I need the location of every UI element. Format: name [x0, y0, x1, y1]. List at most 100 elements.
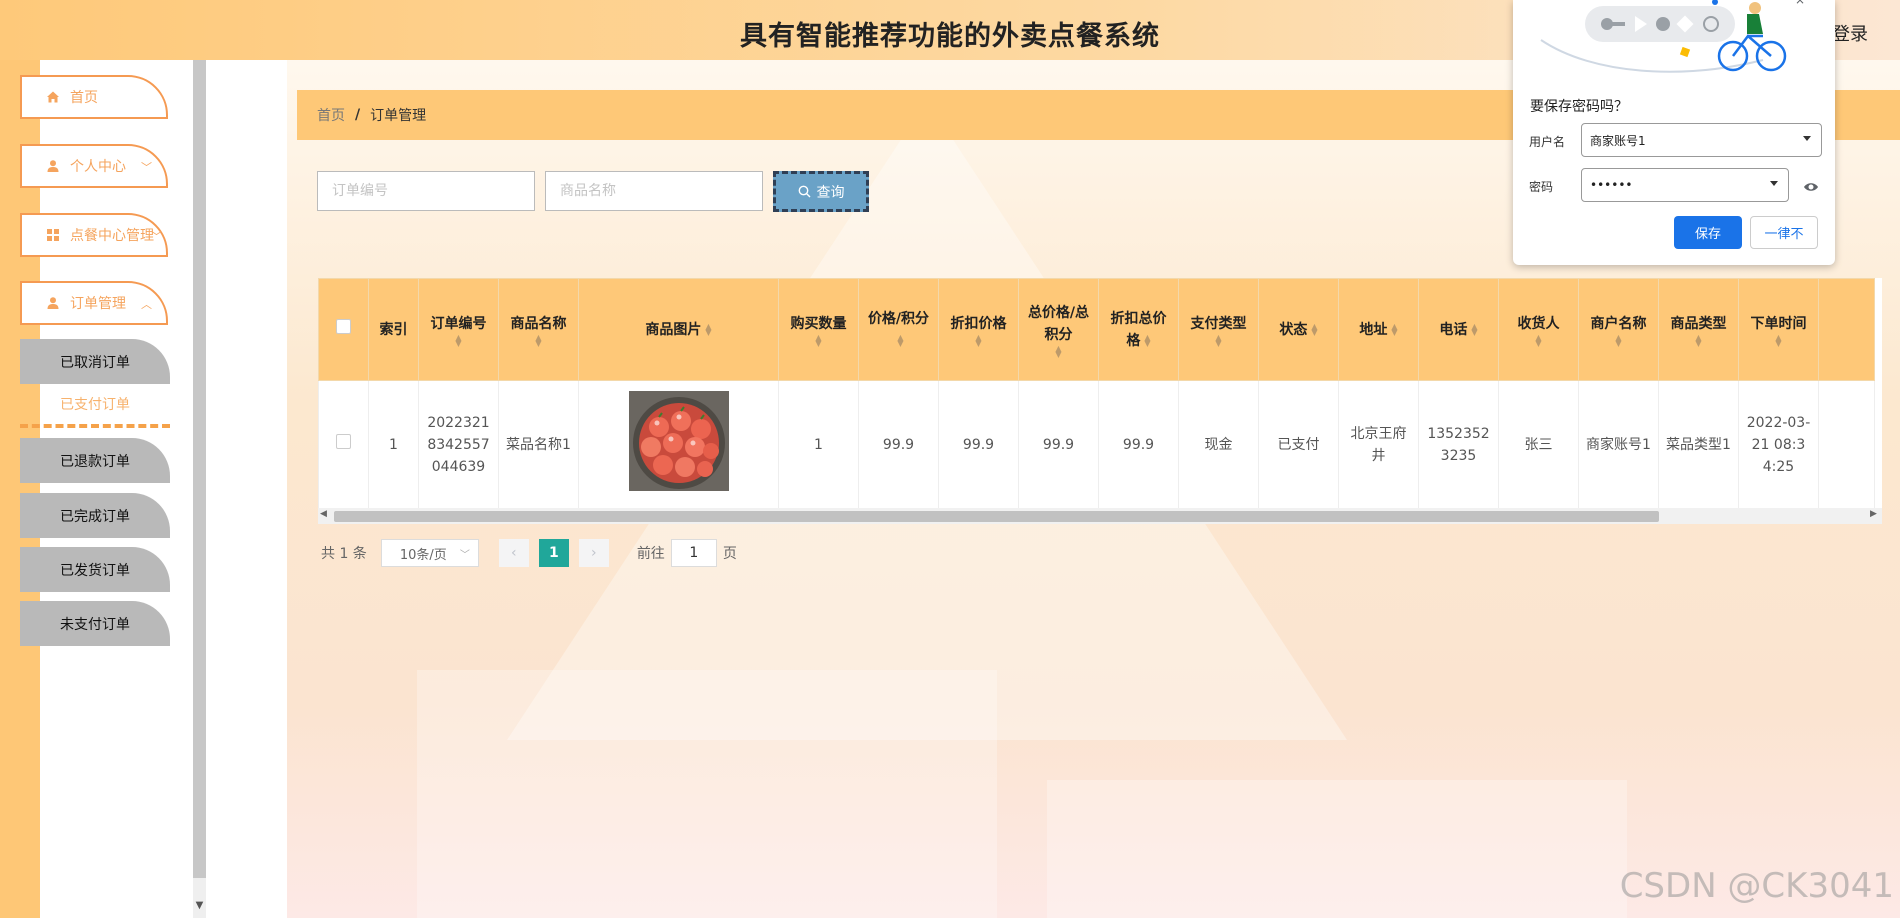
column-header[interactable]: 地址 ▲ ▼ [1338, 278, 1419, 381]
column-header[interactable]: 购买数量 ▲ ▼ [778, 278, 859, 381]
sidebar-scrollbar-thumb[interactable] [193, 60, 206, 878]
goto-label: 前往 [636, 546, 665, 562]
select-all-checkbox-cell[interactable] [318, 278, 369, 381]
chevron-up-icon: ︿ [141, 298, 152, 311]
cell-order-time: 2022-03-21 08:34:25 [1738, 380, 1819, 508]
table-horizontal-scrollbar-thumb[interactable] [334, 511, 1659, 522]
breadcrumb-home[interactable]: 首页 [317, 105, 345, 125]
submenu-unpaid-orders[interactable]: 未支付订单 [20, 601, 170, 646]
sidebar [40, 60, 193, 918]
sort-icon[interactable]: ▲ ▼ [1614, 333, 1624, 347]
submenu-label: 已发货订单 [60, 562, 130, 579]
column-header[interactable]: 支付类型 ▲ ▼ [1178, 278, 1259, 381]
column-header[interactable]: 商品图片 ▲ ▼ [578, 278, 779, 381]
sort-icon[interactable]: ▲ ▼ [1694, 333, 1704, 347]
cell-product-name: 菜品名称1 [498, 380, 579, 508]
sort-icon[interactable]: ▲ ▼ [814, 333, 824, 347]
sort-icon[interactable]: ▲ ▼ [1054, 344, 1064, 358]
next-page-button[interactable]: › [578, 539, 609, 567]
cell-index: 1 [368, 380, 419, 508]
scroll-right-arrow-icon[interactable]: ▶ [1870, 509, 1877, 519]
eye-icon[interactable] [1803, 178, 1819, 197]
scroll-left-arrow-icon[interactable]: ◀ [320, 509, 327, 519]
product-image [628, 391, 729, 491]
page-size-select[interactable]: 10条/页 ﹀ [380, 539, 479, 567]
submenu-cancelled-orders[interactable]: 已取消订单 [20, 339, 170, 384]
column-header[interactable]: 订单编号 ▲ ▼ [418, 278, 499, 381]
column-header[interactable]: 商品类型 ▲ ▼ [1658, 278, 1739, 381]
page-size-value: 10条/页 [399, 547, 447, 563]
column-header[interactable]: 电话 ▲ ▼ [1418, 278, 1499, 381]
username-select[interactable]: 商家账号1 [1581, 123, 1822, 157]
submenu-label: 未支付订单 [60, 616, 130, 633]
cell-order-no: 20223218342557044639 [418, 380, 499, 508]
popup-title: 要保存密码吗？ [1530, 99, 1628, 115]
column-header[interactable]: 下单时间 ▲ ▼ [1738, 278, 1819, 381]
page-number-current[interactable]: 1 [538, 539, 569, 567]
sort-icon[interactable]: ▲ ▼ [1391, 322, 1397, 336]
login-link[interactable]: 登录 [1832, 20, 1868, 46]
column-header[interactable]: 商品名称 ▲ ▼ [498, 278, 579, 381]
column-header-actions [1818, 278, 1875, 381]
breadcrumb-current: 订单管理 [370, 108, 427, 124]
column-header[interactable]: 商户名称 ▲ ▼ [1578, 278, 1659, 381]
submenu-label: 已支付订单 [60, 396, 130, 413]
sort-icon[interactable]: ▲ ▼ [1534, 333, 1544, 347]
sort-icon[interactable]: ▲ ▼ [705, 322, 711, 336]
order-number-input[interactable] [317, 171, 535, 211]
column-header[interactable]: 价格/积分▲ ▼ [858, 278, 939, 381]
chevron-right-icon: › [591, 545, 597, 561]
sidebar-item-home[interactable]: 首页 [20, 75, 168, 119]
password-value: •••••• [1590, 178, 1633, 192]
user-icon [46, 296, 60, 310]
sort-icon[interactable]: ▲ ▼ [454, 333, 464, 347]
row-checkbox-cell[interactable] [318, 380, 369, 508]
column-header[interactable]: 状态 ▲ ▼ [1258, 278, 1339, 381]
cell-address: 北京王府井 [1338, 380, 1419, 508]
cell-product-image [578, 380, 779, 508]
row-checkbox[interactable] [336, 433, 351, 449]
pagination: 共 1 条 10条/页 ﹀ ‹ 1 › 前往 1 页 [321, 539, 737, 567]
cell-total-price: 99.9 [1018, 380, 1099, 508]
submenu-completed-orders[interactable]: 已完成订单 [20, 493, 170, 538]
password-label: 密码 [1529, 180, 1554, 194]
username-value: 商家账号1 [1590, 133, 1646, 148]
submenu-paid-orders[interactable]: 已支付订单 [20, 383, 170, 428]
sidebar-item-personal-center[interactable]: 个人中心 ﹀ [20, 144, 168, 188]
pagination-total: 共 1 条 [321, 546, 367, 562]
column-header: 索引 [368, 278, 419, 381]
cell-price: 99.9 [858, 380, 939, 508]
sidebar-item-label: 点餐中心管理 [70, 228, 154, 244]
orders-table: 索引 订单编号 ▲ ▼ 商品名称 ▲ ▼ 商品图片 ▲ ▼ 购买数量 ▲ ▼ 价格/积分▲ ▼ 折… [318, 278, 1875, 508]
column-header[interactable]: 收货人 ▲ ▼ [1498, 278, 1579, 381]
select-all-checkbox[interactable] [336, 318, 351, 334]
background-shape [417, 670, 997, 918]
cell-phone: 13523523235 [1418, 380, 1499, 508]
column-header[interactable]: 折扣价格 ▲ ▼ [938, 278, 1019, 381]
sort-icon[interactable]: ▲ ▼ [1214, 333, 1224, 347]
submenu-shipped-orders[interactable]: 已发货订单 [20, 547, 170, 592]
never-save-button[interactable]: 一律不 [1750, 216, 1818, 249]
password-select[interactable]: •••••• [1581, 168, 1789, 202]
product-name-input[interactable] [545, 171, 763, 211]
submenu-label: 已退款订单 [60, 453, 130, 470]
sidebar-item-order-management[interactable]: 订单管理 ︿ [20, 281, 168, 325]
sort-icon[interactable]: ▲ ▼ [1311, 322, 1317, 336]
sort-icon[interactable]: ▲ ▼ [534, 333, 544, 347]
goto-page-input[interactable]: 1 [670, 539, 717, 567]
submenu-refunded-orders[interactable]: 已退款订单 [20, 438, 170, 483]
prev-page-button[interactable]: ‹ [498, 539, 529, 567]
table-row[interactable]: 1 20223218342557044639 菜品名称1 1 99.9 99.9… [318, 380, 1875, 508]
column-header[interactable]: 折扣总价格 ▲ ▼ [1098, 278, 1179, 381]
svg-text:×: × [1795, 0, 1805, 7]
sort-icon[interactable]: ▲ ▼ [1774, 333, 1784, 347]
sidebar-item-ordering-center[interactable]: 点餐中心管理 ﹀ [20, 213, 168, 257]
sort-icon[interactable]: ▲ ▼ [1471, 322, 1477, 336]
sort-icon[interactable]: ▲ ▼ [897, 333, 903, 347]
search-button[interactable]: 查询 [773, 171, 869, 212]
column-header[interactable]: 总价格/总积分 ▲ ▼ [1018, 278, 1099, 381]
sort-icon[interactable]: ▲ ▼ [974, 333, 984, 347]
scroll-down-arrow-icon[interactable]: ▼ [193, 900, 206, 918]
save-password-button[interactable]: 保存 [1674, 216, 1742, 249]
sort-icon[interactable]: ▲ ▼ [1144, 333, 1150, 347]
